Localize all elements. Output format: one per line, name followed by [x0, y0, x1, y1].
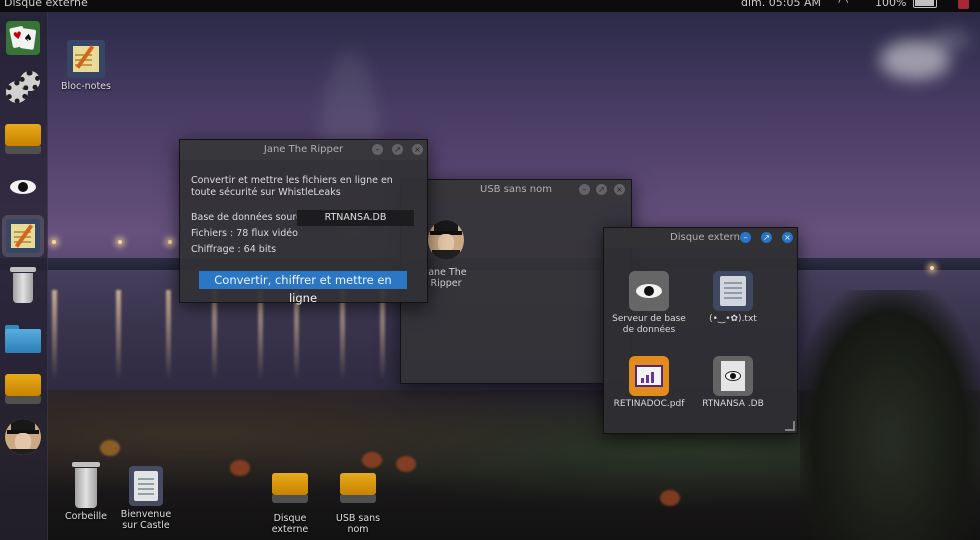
trash-icon [72, 462, 100, 508]
source-database-field[interactable]: RTNANSA.DB [297, 210, 414, 226]
launcher-item-bloc-notes[interactable] [2, 215, 44, 257]
description-text: Convertir et mettre les fichiers en lign… [191, 175, 393, 198]
battery-percent[interactable]: 100% [875, 0, 906, 9]
window-title: USB sans nom [480, 184, 552, 195]
file-item-label: RETINADOC.pdf [613, 399, 685, 409]
file-item-label: Serveur de base de données [612, 314, 686, 335]
close-icon[interactable]: × [614, 184, 625, 195]
trash-icon [10, 267, 36, 303]
file-item-label: RTNANSA .DB [702, 399, 764, 409]
text-file-icon [713, 271, 753, 311]
desktop-icon-label: Disque externe [271, 513, 309, 535]
active-window-title: Disque externe [4, 0, 88, 9]
launcher-item-jane-avatar[interactable] [2, 416, 44, 458]
battery-icon[interactable] [913, 0, 937, 8]
window-titlebar[interactable]: Jane The Ripper – ↗ × [180, 140, 427, 160]
minimize-icon[interactable]: – [372, 144, 383, 155]
close-icon[interactable]: × [412, 144, 423, 155]
close-icon[interactable]: × [782, 232, 793, 243]
files-info: Fichiers : 78 flux vidéo [191, 228, 298, 239]
drive-icon [272, 473, 308, 503]
desktop-icon-usb-sans-nom[interactable]: USB sans nom [324, 473, 392, 535]
folder-icon [5, 325, 41, 353]
desktop-icon-bloc-notes[interactable]: Bloc-notes [56, 40, 116, 92]
launcher-item-solitaire[interactable]: ♥ ♠ [2, 17, 44, 59]
desktop-icon-corbeille[interactable]: Corbeille [60, 462, 112, 522]
desktop-icon-label: Bienvenue sur Castle [120, 509, 172, 531]
encryption-info: Chiffrage : 64 bits [191, 244, 277, 255]
desktop-icon-disque-externe[interactable]: Disque externe [254, 473, 326, 535]
desktop-icon-label: USB sans nom [335, 513, 381, 535]
drive-icon [5, 124, 41, 154]
clock[interactable]: dim. 05:05 AM [741, 0, 821, 9]
avatar-icon [5, 419, 41, 455]
jane-the-ripper-window: Jane The Ripper – ↗ × Convertir et mettr… [179, 139, 428, 305]
window-titlebar[interactable]: Disque externe – ↗ × [604, 228, 797, 248]
minimize-icon[interactable]: – [579, 184, 590, 195]
eye-icon [629, 271, 669, 311]
convert-encrypt-upload-button[interactable]: Convertir, chiffrer et mettre en ligne [199, 271, 407, 305]
launcher-item-eye-app[interactable] [2, 166, 44, 208]
database-file-icon [713, 356, 753, 396]
window-title: Jane The Ripper [263, 144, 344, 155]
file-item-serveur[interactable]: Serveur de base de données [609, 271, 689, 335]
resize-grip[interactable] [785, 421, 795, 431]
window-titlebar[interactable]: USB sans nom – ↗ × [401, 180, 631, 200]
notepad-icon [6, 219, 40, 253]
drive-icon [340, 473, 376, 503]
file-item-retinadoc[interactable]: RETINADOC.pdf [609, 356, 689, 410]
maximize-icon[interactable]: ↗ [392, 144, 403, 155]
desktop-icon-label: Corbeille [65, 511, 107, 522]
source-label: Base de données source : [191, 212, 314, 223]
cards-icon: ♥ ♠ [6, 21, 40, 55]
power-icon[interactable] [958, 0, 969, 9]
launcher-item-drive-2[interactable] [2, 368, 44, 410]
file-item-txt[interactable]: (•‿•✿).txt [693, 271, 773, 325]
top-panel: Disque externe dim. 05:05 AM ◠ 100% [0, 0, 980, 12]
launcher-item-trash[interactable] [2, 264, 44, 306]
drive-icon [5, 374, 41, 404]
file-item-jane[interactable] [428, 220, 464, 260]
usb-window: USB sans nom – ↗ × Jane The Ripper [400, 179, 632, 384]
launcher-item-drive[interactable] [2, 118, 44, 160]
disque-externe-window: Disque externe – ↗ × Serveur de base de … [603, 227, 798, 434]
desktop-icon-label: Bloc-notes [61, 81, 111, 92]
notepad-icon [67, 40, 105, 78]
document-icon [129, 466, 163, 506]
launcher: ♥ ♠ [0, 12, 48, 540]
launcher-item-folder[interactable] [2, 318, 44, 360]
eye-icon [5, 169, 41, 205]
maximize-icon[interactable]: ↗ [761, 232, 772, 243]
launcher-item-settings[interactable] [2, 67, 44, 109]
file-item-rtnansa[interactable]: RTNANSA .DB [693, 356, 773, 410]
window-title: Disque externe [670, 232, 747, 243]
desktop-icon-bienvenue[interactable]: Bienvenue sur Castle [112, 466, 180, 531]
minimize-icon[interactable]: – [740, 232, 751, 243]
maximize-icon[interactable]: ↗ [596, 184, 607, 195]
chart-file-icon [629, 356, 669, 396]
gear-icon [6, 71, 40, 105]
wifi-icon[interactable]: ◠ [838, 0, 848, 8]
file-item-label: (•‿•✿).txt [709, 314, 757, 324]
avatar-icon [428, 220, 464, 260]
